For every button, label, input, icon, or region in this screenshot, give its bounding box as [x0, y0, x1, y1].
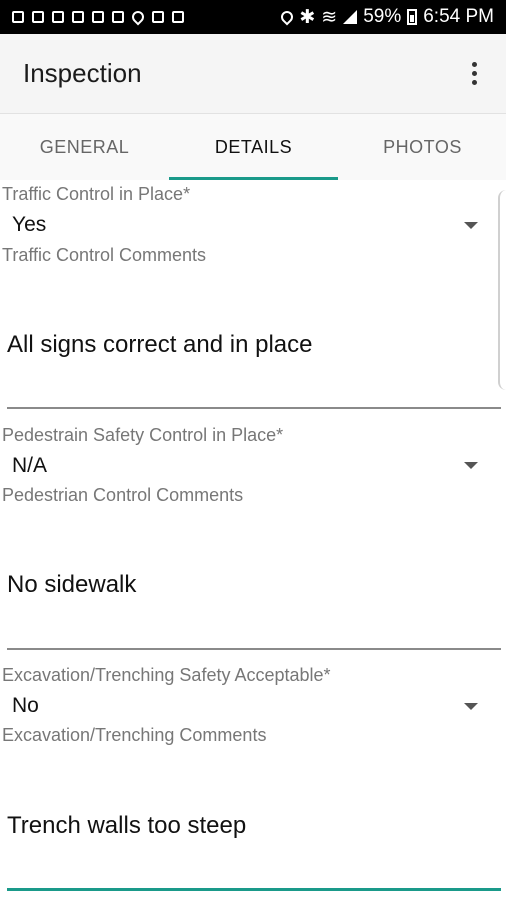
- chevron-down-icon[interactable]: [464, 703, 478, 710]
- chevron-down-icon[interactable]: [464, 222, 478, 229]
- pedestrian-comments-input[interactable]: No sidewalk: [7, 571, 136, 599]
- scroll-edge-indicator: [498, 190, 506, 390]
- gallery-icon: [92, 11, 104, 23]
- battery-percent: 59%: [363, 6, 402, 27]
- traffic-comments-underline: [7, 407, 501, 409]
- pedestrian-control-label: Pedestrain Safety Control in Place*: [2, 425, 284, 445]
- bluetooth-icon: ✱: [299, 6, 316, 28]
- clock: 6:54 PM: [423, 6, 494, 27]
- tab-photos[interactable]: PHOTOS: [338, 114, 506, 180]
- system-icons: ✱ ≋ 59% 6:54 PM: [278, 6, 506, 29]
- tab-details[interactable]: DETAILS: [169, 114, 338, 180]
- battery-icon: [407, 9, 418, 25]
- calendar-icon: [72, 11, 84, 23]
- pedestrian-control-select[interactable]: N/A: [12, 454, 47, 478]
- excavation-safety-label: Excavation/Trenching Safety Acceptable*: [2, 665, 331, 685]
- app-bar: Inspection: [0, 34, 506, 114]
- page-title: Inspection: [23, 58, 142, 88]
- excavation-comments-underline: [7, 888, 501, 891]
- traffic-control-select[interactable]: Yes: [12, 213, 46, 237]
- tab-general[interactable]: GENERAL: [0, 114, 169, 180]
- wifi-icon: ≋: [321, 6, 338, 28]
- email-icon: [112, 11, 124, 23]
- youtube-icon: [152, 11, 164, 23]
- excavation-comments-label: Excavation/Trenching Comments: [2, 725, 267, 745]
- notification-icons: [0, 8, 184, 26]
- chevron-down-icon[interactable]: [464, 462, 478, 469]
- pedestrian-comments-label: Pedestrian Control Comments: [2, 485, 244, 505]
- location-icon: [278, 8, 296, 26]
- flipboard-icon: [172, 11, 184, 23]
- traffic-comments-label: Traffic Control Comments: [2, 245, 207, 265]
- excavation-comments-input[interactable]: Trench walls too steep: [7, 812, 246, 840]
- shield-icon: [52, 11, 64, 23]
- tab-bar: GENERAL DETAILS PHOTOS: [0, 114, 506, 180]
- details-form: Traffic Control in Place* Yes Traffic Co…: [0, 180, 506, 900]
- overflow-menu-icon[interactable]: [454, 54, 494, 94]
- notification-icon: [32, 11, 44, 23]
- traffic-control-label: Traffic Control in Place*: [2, 184, 191, 204]
- signal-icon: [343, 10, 358, 24]
- status-bar: ✱ ≋ 59% 6:54 PM: [0, 0, 506, 34]
- excavation-safety-select[interactable]: No: [12, 694, 39, 718]
- notification-icon: [12, 11, 24, 23]
- location-icon: [129, 8, 147, 26]
- traffic-comments-input[interactable]: All signs correct and in place: [7, 331, 312, 359]
- pedestrian-comments-underline: [7, 648, 501, 650]
